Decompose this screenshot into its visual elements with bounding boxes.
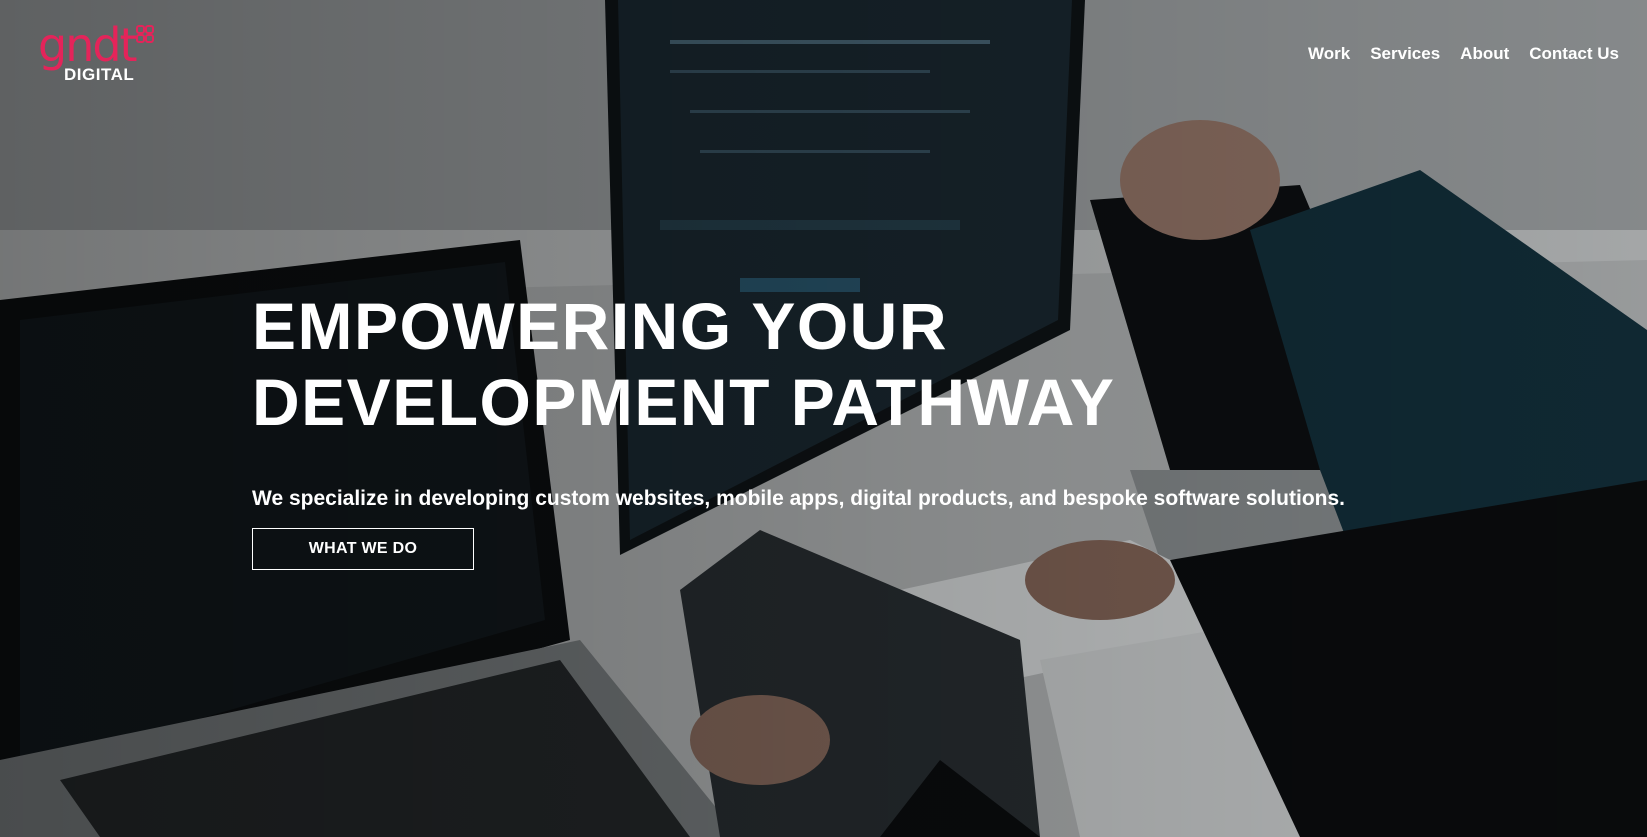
logo-mark: gndt — [38, 18, 138, 72]
nav-item-contact-us[interactable]: Contact Us — [1529, 44, 1619, 64]
hero-content: EMPOWERING YOUR DEVELOPMENT PATHWAY We s… — [252, 288, 1372, 570]
logo-x-icon — [136, 25, 154, 43]
headline-line-2: DEVELOPMENT PATHWAY — [252, 365, 1116, 439]
nav-item-work[interactable]: Work — [1308, 44, 1350, 64]
nav-item-about[interactable]: About — [1460, 44, 1509, 64]
hero-headline: EMPOWERING YOUR DEVELOPMENT PATHWAY — [252, 288, 1372, 440]
nav-item-services[interactable]: Services — [1370, 44, 1440, 64]
logo-wordmark: DIGITAL — [64, 65, 135, 84]
main-nav: Work Services About Contact Us — [1308, 44, 1619, 64]
what-we-do-button[interactable]: WHAT WE DO — [252, 528, 474, 570]
headline-line-1: EMPOWERING YOUR — [252, 289, 949, 363]
hero-section: gndt DIGITAL Work Services About Contact… — [0, 0, 1647, 837]
site-logo[interactable]: gndt DIGITAL — [38, 22, 158, 86]
hero-lead-text: We specialize in developing custom websi… — [252, 487, 1346, 510]
